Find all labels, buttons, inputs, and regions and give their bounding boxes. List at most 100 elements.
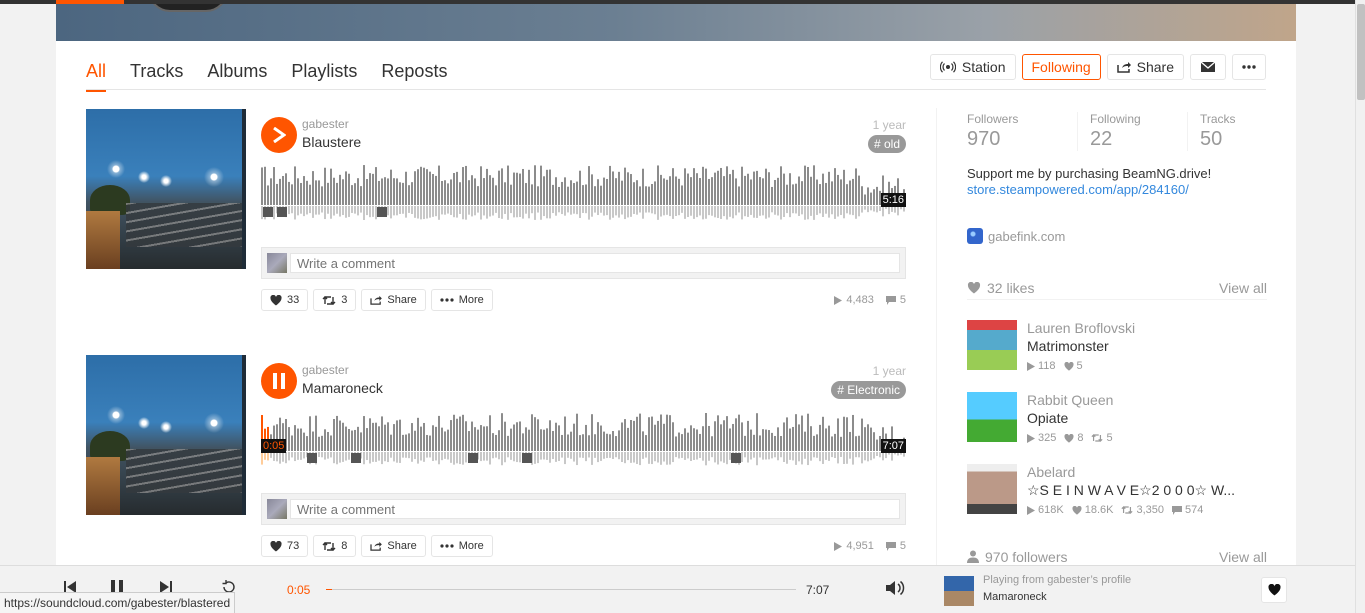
timed-comment-avatar[interactable] <box>263 207 273 217</box>
like-button[interactable]: 73 <box>261 535 309 557</box>
tab-albums[interactable]: Albums <box>207 61 267 92</box>
timed-comment-avatar[interactable] <box>307 453 317 463</box>
track-uploader[interactable]: gabester <box>302 117 349 131</box>
message-button[interactable] <box>1190 54 1226 80</box>
followers-count-label[interactable]: 970 followers <box>985 549 1068 565</box>
waveform-bar <box>690 177 692 205</box>
track-artwork[interactable] <box>86 355 246 515</box>
waveform-reflection <box>408 452 410 459</box>
waveform-reflection <box>663 452 665 462</box>
following-stat[interactable]: Following 22 <box>1077 112 1187 151</box>
waveform-reflection <box>600 206 602 213</box>
liked-track-title[interactable]: Opiate <box>1027 410 1267 426</box>
liked-track[interactable]: Rabbit Queen Opiate 325 8 5 <box>967 392 1267 448</box>
liked-track[interactable]: Abelard ☆S E I N W A V E☆2 0 0 0☆ W... 6… <box>967 464 1267 520</box>
bio-link[interactable]: store.steampowered.com/app/284160/ <box>967 182 1211 198</box>
website-link[interactable]: gabefink.com <box>967 228 1065 244</box>
likes-count-label[interactable]: 32 likes <box>987 280 1034 296</box>
tab-tracks[interactable]: Tracks <box>130 61 183 92</box>
comment-count[interactable]: 5 <box>885 294 906 306</box>
waveform-reflection <box>402 206 404 214</box>
player-track-title[interactable]: Mamaroneck <box>983 591 1047 603</box>
page-scrollbar[interactable] <box>1355 0 1365 613</box>
waveform-reflection <box>543 452 545 460</box>
more-button[interactable]: More <box>430 535 493 557</box>
comment-count[interactable]: 5 <box>885 540 906 552</box>
track-uploader[interactable]: gabester <box>302 363 349 377</box>
liked-track-artwork[interactable] <box>967 392 1017 442</box>
tab-playlists[interactable]: Playlists <box>291 61 357 92</box>
repost-button[interactable]: 8 <box>313 535 357 557</box>
track-tag[interactable]: # old <box>867 135 906 153</box>
waveform-bar <box>489 415 491 451</box>
track-title[interactable]: Mamaroneck <box>302 380 383 396</box>
track-tag[interactable]: # Electronic <box>831 381 906 399</box>
waveform-bar <box>828 425 830 451</box>
track-artwork[interactable] <box>86 109 246 269</box>
comment-input[interactable] <box>290 499 900 519</box>
liked-track-title[interactable]: ☆S E I N W A V E☆2 0 0 0☆ W... <box>1027 482 1267 499</box>
liked-track-artist[interactable]: Abelard <box>1027 464 1075 480</box>
waveform-bar <box>291 184 293 205</box>
waveform-reflection <box>474 206 476 216</box>
share-track-button[interactable]: Share <box>361 289 426 311</box>
liked-track-title[interactable]: Matrimonster <box>1027 338 1267 354</box>
more-actions-button[interactable] <box>1232 54 1266 80</box>
timed-comment-avatar[interactable] <box>377 207 387 217</box>
waveform-bar <box>390 169 392 205</box>
liked-track-artist[interactable]: Lauren Broflovski <box>1027 320 1135 336</box>
view-all-likes[interactable]: View all <box>1219 280 1267 296</box>
share-track-label: Share <box>387 540 417 552</box>
waveform-reflection <box>660 452 662 465</box>
play-button[interactable] <box>261 117 297 153</box>
station-button[interactable]: Station <box>929 54 1016 80</box>
tracks-stat[interactable]: Tracks 50 <box>1187 112 1297 151</box>
waveform-reflection <box>627 206 629 218</box>
waveform-reflection <box>387 206 389 216</box>
player-like-button[interactable] <box>1261 577 1287 603</box>
track-duration: 5:16 <box>880 193 906 207</box>
repost-button[interactable]: 3 <box>313 289 357 311</box>
view-all-followers[interactable]: View all <box>1219 549 1267 565</box>
waveform-bar <box>738 414 740 451</box>
waveform-reflection <box>636 452 638 464</box>
player-progress-bar[interactable] <box>326 589 796 590</box>
pause-button[interactable] <box>261 363 297 399</box>
waveform-reflection <box>576 452 578 466</box>
waveform-reflection <box>540 206 542 220</box>
comment-input[interactable] <box>290 253 900 273</box>
followers-stat[interactable]: Followers 970 <box>967 112 1077 151</box>
waveform-bar <box>348 429 350 451</box>
scrollbar-thumb[interactable] <box>1357 4 1365 100</box>
waveform[interactable] <box>261 165 906 225</box>
timed-comment-avatar[interactable] <box>351 453 361 463</box>
share-track-button[interactable]: Share <box>361 535 426 557</box>
tab-reposts[interactable]: Reposts <box>381 61 447 92</box>
liked-track-artist[interactable]: Rabbit Queen <box>1027 392 1113 408</box>
liked-track-artwork[interactable] <box>967 464 1017 514</box>
tab-all[interactable]: All <box>86 61 107 92</box>
waveform-bar <box>297 428 299 451</box>
timed-comment-avatar[interactable] <box>731 453 741 463</box>
player-context[interactable]: Playing from gabester’s profile <box>983 574 1131 586</box>
waveform-reflection <box>495 206 497 213</box>
waveform-bar <box>399 419 401 451</box>
waveform-bar <box>465 165 467 205</box>
waveform-bar <box>630 420 632 451</box>
timed-comment-avatar[interactable] <box>277 207 287 217</box>
liked-track[interactable]: Lauren Broflovski Matrimonster 118 5 <box>967 320 1267 376</box>
profile-avatar[interactable] <box>148 4 228 12</box>
more-button[interactable]: More <box>430 289 493 311</box>
volume-icon[interactable] <box>885 580 905 596</box>
waveform[interactable] <box>261 411 906 471</box>
timed-comment-avatar[interactable] <box>468 453 478 463</box>
timed-comment-avatar[interactable] <box>522 453 532 463</box>
share-button[interactable]: Share <box>1106 54 1184 80</box>
track-title[interactable]: Blaustere <box>302 134 361 150</box>
waveform-reflection <box>420 206 422 220</box>
like-button[interactable]: 33 <box>261 289 309 311</box>
following-button[interactable]: Following <box>1021 54 1101 80</box>
player-artwork[interactable] <box>944 576 974 606</box>
waveform-bar <box>450 179 452 205</box>
liked-track-artwork[interactable] <box>967 320 1017 370</box>
